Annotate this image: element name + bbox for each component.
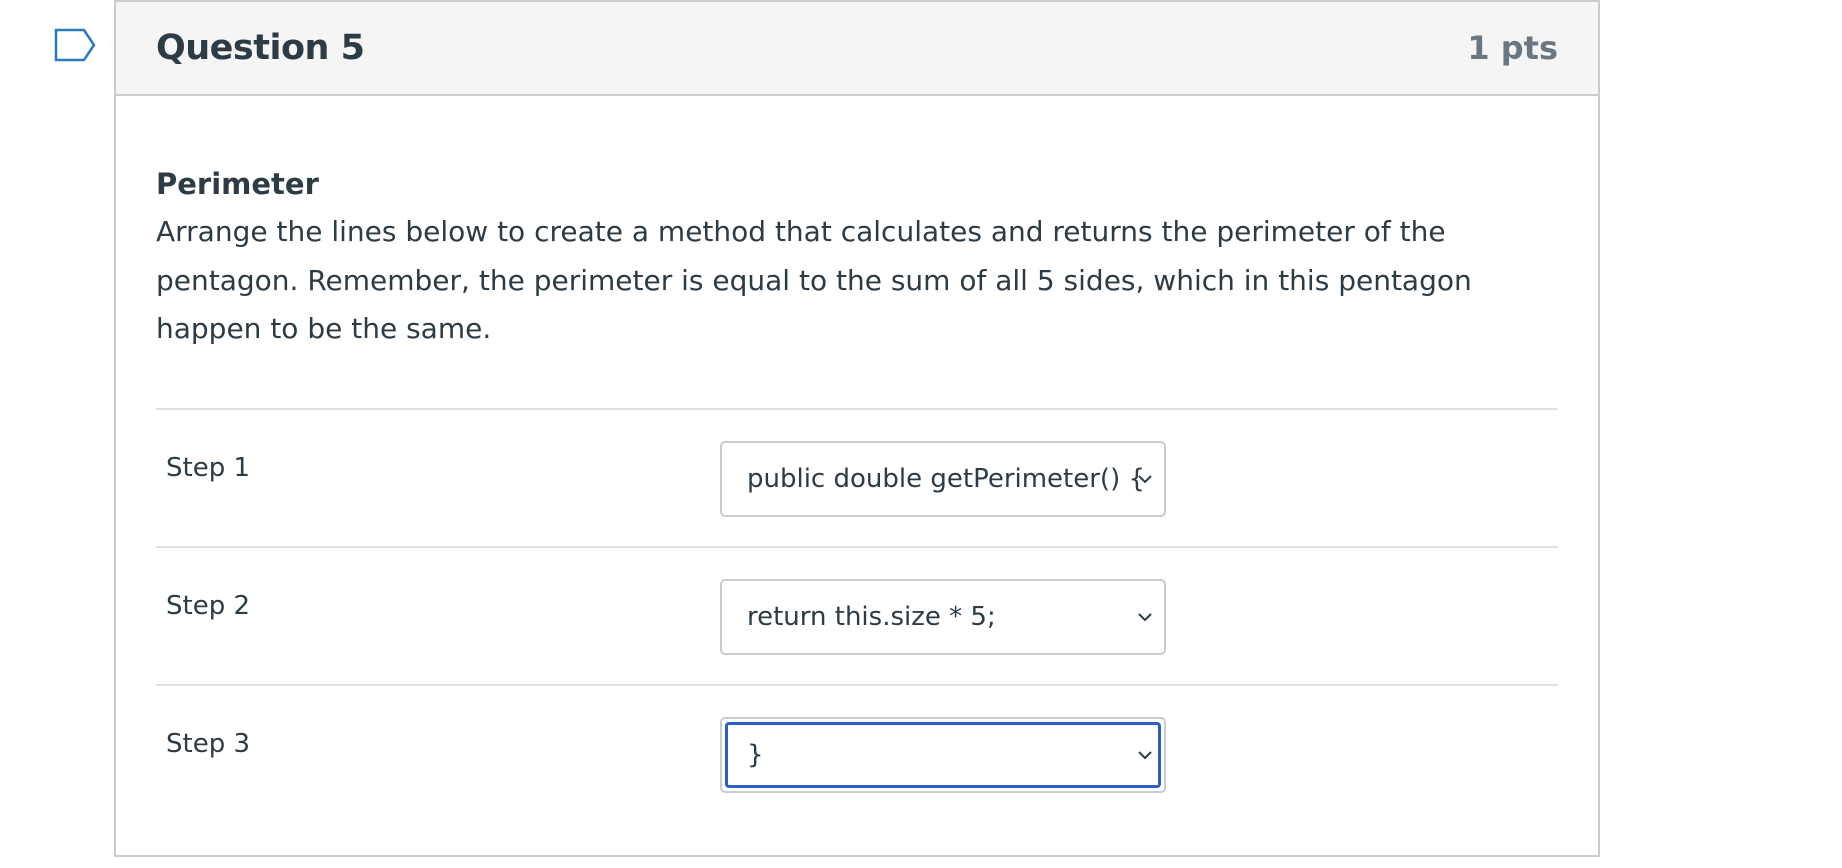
question-body: Perimeter Arrange the lines below to cre… (116, 160, 1598, 822)
step-3-select[interactable]: } (720, 716, 1166, 793)
step-row-3: Step 3 } (156, 683, 1558, 822)
step-2-select[interactable]: return this.size * 5; (720, 578, 1166, 655)
question-text: Perimeter Arrange the lines below to cre… (156, 160, 1558, 354)
select-value: } (747, 739, 764, 770)
step-1-select[interactable]: public double getPerimeter() { (720, 440, 1166, 517)
select-value: return this.size * 5; (747, 601, 996, 632)
question-card: Question 5 1 pts Perimeter Arrange the l… (114, 0, 1600, 857)
question-title: Question 5 (156, 28, 365, 68)
chevron-down-icon (1138, 612, 1152, 621)
step-row-1: Step 1 public double getPerimeter() { (156, 407, 1558, 546)
chevron-down-icon (1138, 750, 1152, 759)
question-points: 1 pts (1467, 29, 1558, 67)
question-description: Arrange the lines below to create a meth… (156, 215, 1472, 345)
select-value: public double getPerimeter() { (747, 463, 1146, 494)
step-row-2: Step 2 return this.size * 5; (156, 545, 1558, 684)
step-list: Step 1 public double getPerimeter() { St… (156, 407, 1558, 822)
chevron-down-icon (1138, 474, 1152, 483)
step-label: Step 2 (166, 590, 251, 621)
step-label: Step 1 (166, 452, 251, 483)
question-header: Question 5 1 pts (116, 2, 1598, 96)
step-label: Step 3 (166, 728, 251, 759)
focus-ring (725, 721, 1161, 788)
question-subtitle: Perimeter (156, 167, 319, 201)
flag-question-icon[interactable] (54, 28, 96, 62)
